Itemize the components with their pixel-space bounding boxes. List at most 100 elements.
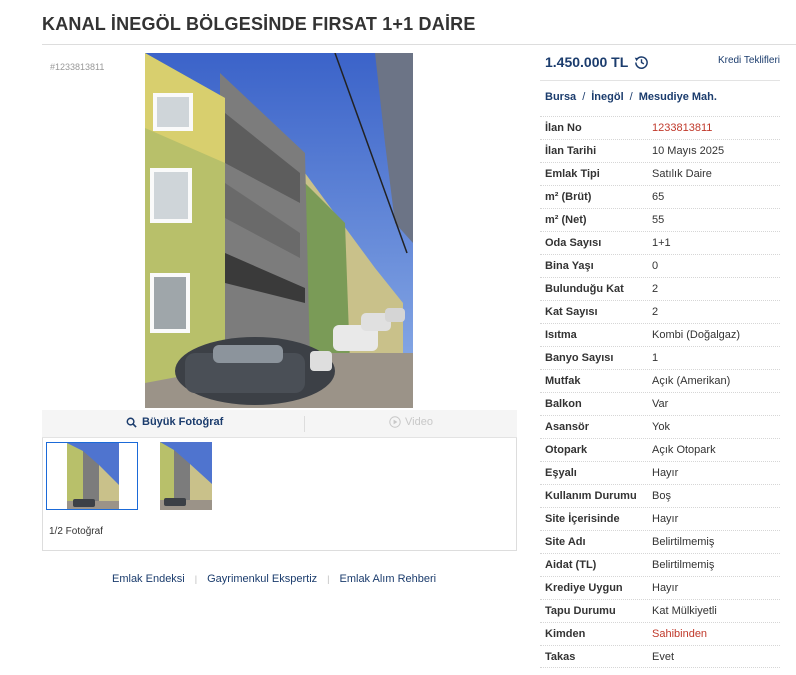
spec-key: Kat Sayısı — [545, 306, 598, 318]
spec-value: Açık (Amerikan) — [652, 375, 731, 387]
listing-title: KANAL İNEGÖL BÖLGESİNDE FIRSAT 1+1 DAİRE — [42, 14, 476, 34]
spec-key: Otopark — [545, 444, 588, 456]
spec-value: Belirtilmemiş — [652, 559, 715, 571]
emlak-alim-rehberi-link[interactable]: Emlak Alım Rehberi — [340, 573, 437, 585]
spec-key: Bulunduğu Kat — [545, 283, 624, 295]
spec-row: Kat Sayısı 2 — [540, 300, 780, 323]
spec-key: Tapu Durumu — [545, 605, 616, 617]
play-icon — [389, 416, 401, 428]
spec-value: Var — [652, 398, 669, 410]
video-label: Video — [405, 416, 433, 428]
spec-value: 1 — [652, 352, 659, 364]
spec-row: İlan Tarihi 10 Mayıs 2025 — [540, 139, 780, 162]
spec-value: Yok — [652, 421, 670, 433]
spec-value: 1233813811 — [652, 122, 713, 134]
spec-value: Hayır — [652, 582, 679, 594]
spec-row: Site Adı Belirtilmemiş — [540, 530, 780, 553]
spec-value: Evet — [652, 650, 675, 663]
video-button[interactable]: Video — [389, 416, 433, 428]
spec-key: Mutfak — [545, 375, 581, 387]
spec-row: Asansör Yok — [540, 415, 780, 438]
spec-row: İlan No 1233813811 — [540, 116, 780, 139]
gayrimenkul-ekspertiz-link[interactable]: Gayrimenkul Ekspertiz — [207, 573, 317, 585]
spec-row: m² (Net) 55 — [540, 208, 780, 231]
price-value: 1.450.000 TL — [545, 54, 629, 70]
spec-value: 10 Mayıs 2025 — [652, 145, 725, 157]
spec-key: Aidat (TL) — [545, 559, 597, 571]
spec-key: Balkon — [545, 398, 582, 410]
spec-key: Takas — [545, 650, 576, 663]
thumbnail-strip: 1/2 Fotoğraf — [42, 438, 517, 551]
spec-value: Kombi (Doğalgaz) — [652, 329, 741, 341]
spec-row: Takas Evet — [540, 645, 780, 668]
spec-key: Oda Sayısı — [545, 237, 602, 249]
spec-key: Bina Yaşı — [545, 260, 594, 272]
spec-value: 0 — [652, 260, 659, 272]
emlak-endeksi-link[interactable]: Emlak Endeksi — [112, 573, 185, 585]
breadcrumb-district[interactable]: İnegöl — [591, 91, 623, 103]
breadcrumb-separator: / — [629, 91, 633, 103]
link-separator: | — [194, 574, 198, 584]
spec-row: Krediye Uygun Hayır — [540, 576, 780, 599]
spec-row: Bina Yaşı 0 — [540, 254, 780, 277]
spec-row: Balkon Var — [540, 392, 780, 415]
spec-row: Banyo Sayısı 1 — [540, 346, 780, 369]
spec-value: 55 — [652, 214, 665, 226]
spec-row: m² (Brüt) 65 — [540, 185, 780, 208]
breadcrumb: Bursa / İnegöl / Mesudiye Mah. — [545, 91, 717, 103]
spec-key: Isıtma — [545, 329, 577, 341]
street-photo-image — [145, 53, 413, 408]
spec-row: Mutfak Açık (Amerikan) — [540, 369, 780, 392]
big-photo-label: Büyük Fotoğraf — [142, 416, 224, 428]
big-photo-button[interactable]: Büyük Fotoğraf — [126, 416, 223, 428]
spec-key: Eşyalı — [545, 467, 577, 479]
spec-value: 2 — [652, 283, 659, 295]
thumbnail-1[interactable] — [46, 442, 138, 510]
spec-value: 65 — [652, 191, 665, 203]
toolbar-divider — [304, 416, 305, 432]
price-history-icon[interactable] — [634, 55, 649, 70]
spec-key: m² (Net) — [545, 214, 587, 226]
spec-row: Bulunduğu Kat 2 — [540, 277, 780, 300]
breadcrumb-city[interactable]: Bursa — [545, 91, 576, 103]
main-photo[interactable] — [145, 53, 413, 408]
spec-value: Belirtilmemiş — [652, 536, 715, 548]
loan-offers-link[interactable]: Kredi Teklifleri — [718, 55, 780, 66]
spec-row: Kullanım Durumu Boş — [540, 484, 780, 507]
spec-value: Hayır — [652, 513, 679, 525]
spec-row: Isıtma Kombi (Doğalgaz) — [540, 323, 780, 346]
spec-value: 2 — [652, 306, 659, 318]
spec-row: Kimden Sahibinden — [540, 622, 780, 645]
footer-links: Emlak Endeksi | Gayrimenkul Ekspertiz | … — [112, 573, 436, 585]
price: 1.450.000 TL — [545, 54, 649, 70]
link-separator: | — [327, 574, 330, 584]
spec-key: Kimden — [545, 628, 586, 640]
spec-key: m² (Brüt) — [545, 191, 592, 203]
spec-row: Emlak Tipi Satılık Daire — [540, 162, 780, 185]
spec-key: Emlak Tipi — [545, 168, 600, 180]
spec-row: Aidat (TL) Belirtilmemiş — [540, 553, 780, 576]
spec-value: 1+1 — [652, 237, 671, 249]
breadcrumb-neighborhood[interactable]: Mesudiye Mah. — [639, 91, 717, 103]
spec-row: Tapu Durumu Kat Mülkiyetli — [540, 599, 780, 622]
spec-value: Hayır — [652, 467, 679, 479]
thumbnail-1-image — [47, 443, 137, 509]
thumbnail-2[interactable] — [156, 442, 248, 510]
magnifier-icon — [126, 417, 137, 428]
price-divider — [540, 80, 780, 81]
photo-count: 1/2 Fotoğraf — [49, 526, 103, 537]
spec-key: Asansör — [545, 421, 590, 433]
spec-row: Eşyalı Hayır — [540, 461, 780, 484]
spec-value: Sahibinden — [652, 628, 708, 640]
spec-row: Site İçerisinde Hayır — [540, 507, 780, 530]
spec-key: Kullanım Durumu — [545, 490, 637, 502]
spec-value: Boş — [652, 490, 671, 502]
spec-key: Banyo Sayısı — [545, 352, 614, 364]
thumbnail-2-image — [156, 442, 248, 510]
photo-toolbar: Büyük Fotoğraf Video — [42, 410, 517, 438]
spec-row: Otopark Açık Otopark — [540, 438, 780, 461]
spec-value: Satılık Daire — [652, 168, 712, 180]
spec-key: Krediye Uygun — [545, 582, 623, 594]
spec-value: Açık Otopark — [652, 444, 716, 456]
listing-specs-table: İlan No 1233813811 İlan Tarihi 10 Mayıs 202… — [540, 116, 780, 668]
